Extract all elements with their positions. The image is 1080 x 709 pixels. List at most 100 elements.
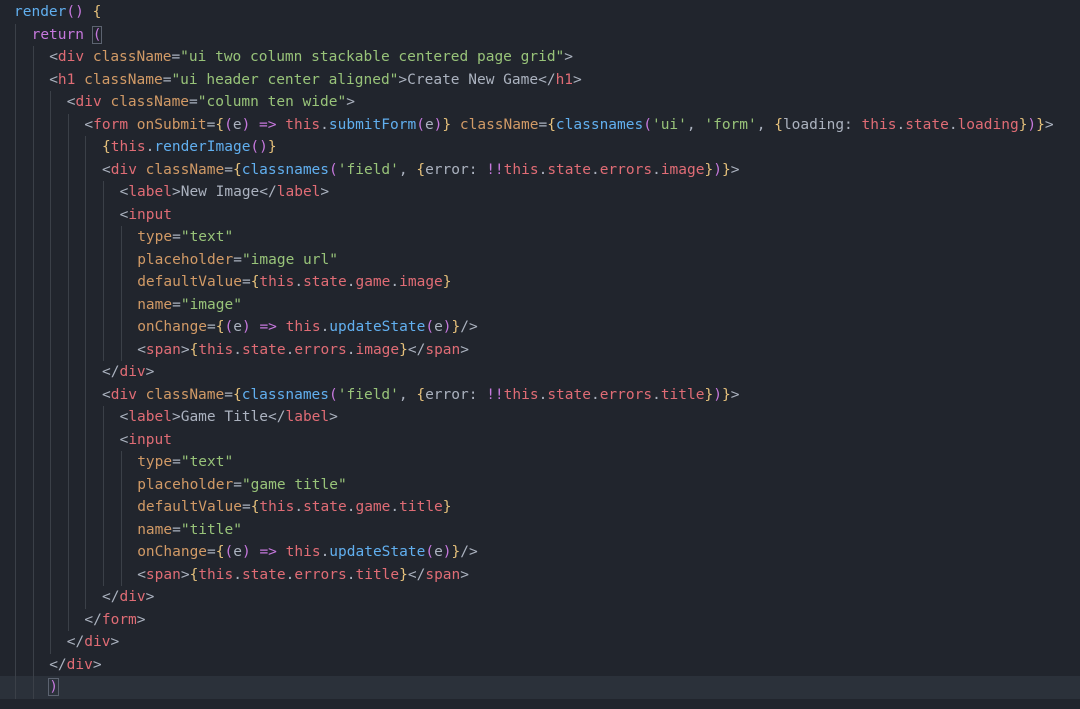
code-line-content: type="text" [14,454,233,470]
code-line[interactable]: onChange={(e) => this.updateState(e)}/> [0,541,1080,564]
code-token: = [171,49,181,65]
code-token: } [399,566,408,583]
code-token: "text" [180,454,234,470]
code-token: defaultValue [137,499,242,515]
indent-guide [85,563,87,586]
code-line-content: <label>New Image</label> [14,184,330,200]
code-token: className [459,116,539,133]
code-line-content: defaultValue={this.state.game.image} [14,274,451,290]
code-token: </ [407,566,426,583]
indent-guide [67,136,69,159]
indent-guide [67,226,69,249]
code-line-content: </div> [14,634,119,650]
code-editor[interactable]: render() { return (<div className="ui two… [0,0,1080,709]
indent-guide [120,473,122,496]
code-line[interactable]: return ( [0,23,1080,46]
code-line[interactable]: {this.renderImage()} [0,136,1080,159]
code-token: className [110,94,190,110]
indent-guide [15,496,16,519]
code-token: "text" [180,229,234,245]
indent-guide [15,136,16,159]
indent-guide [85,271,87,294]
indent-guide [32,563,34,586]
indent-guide [67,518,69,541]
code-token: label [276,184,321,200]
code-line[interactable]: </div> [0,586,1080,609]
code-line[interactable]: type="text" [0,451,1080,474]
code-token: !! [486,161,504,178]
code-line[interactable]: <input [0,203,1080,226]
code-token: title [355,566,400,583]
code-token: placeholder [137,476,234,493]
code-line[interactable]: <div className="ui two column stackable … [0,46,1080,69]
code-line-content: <div className="column ten wide"> [14,94,355,110]
code-token: . [590,386,600,403]
code-line[interactable]: </form> [0,608,1080,631]
code-line[interactable]: type="text" [0,226,1080,249]
code-line[interactable]: <form onSubmit={(e) => this.submitForm(e… [0,113,1080,136]
indent-guide [50,541,52,564]
code-token: ( [329,386,338,403]
code-token: span [145,566,181,583]
code-line[interactable]: defaultValue={this.state.game.image} [0,271,1080,294]
code-token: "game title" [241,476,347,493]
indent-guide [103,451,104,474]
indent-guide [85,428,87,451]
code-line[interactable]: placeholder="image url" [0,248,1080,271]
code-line[interactable]: <label>Game Title</label> [0,406,1080,429]
code-token: this [259,499,295,515]
code-token: errors [294,566,347,583]
indent-guide [67,293,69,316]
code-token: >Create New Game</ [398,71,556,88]
indent-guide [120,293,122,316]
indent-guide [32,293,34,316]
code-line[interactable]: render() { [0,1,1080,24]
code-line[interactable]: placeholder="game title" [0,473,1080,496]
code-token: < [137,566,146,583]
code-line[interactable]: ) [0,676,1080,699]
code-token: < [66,94,76,110]
code-token: "column ten wide" [197,94,347,110]
code-token: this [110,139,146,155]
code-token: . [233,566,242,583]
code-line[interactable]: </div> [0,631,1080,654]
indent-guide [15,113,16,136]
indent-guide [103,248,104,271]
indent-guide [32,113,34,136]
indent-guide [50,338,52,361]
code-line[interactable]: <span>{this.state.errors.image}</span> [0,338,1080,361]
code-token: h1 [555,71,574,88]
code-token: > [145,364,155,380]
code-line[interactable]: </div> [0,361,1080,384]
code-token: </ [66,634,85,650]
code-line[interactable]: onChange={(e) => this.updateState(e)}/> [0,316,1080,339]
indent-guide [15,68,16,91]
code-line[interactable]: <div className={classnames('field', {err… [0,158,1080,181]
code-token: e [233,544,242,560]
code-token: input [128,431,172,448]
code-line[interactable]: </div> [0,653,1080,676]
indent-guide [15,293,16,316]
indent-guide [120,451,122,474]
code-line-content: render() { [14,4,101,20]
code-token: () [66,4,84,20]
code-line[interactable]: name="title" [0,518,1080,541]
indent-guide [50,158,52,181]
code-line[interactable]: <div className={classnames('field', {err… [0,383,1080,406]
indent-guide [103,428,104,451]
code-line[interactable]: <h1 className="ui header center aligned"… [0,68,1080,91]
code-line[interactable]: <label>New Image</label> [0,181,1080,204]
indent-guide [15,271,16,294]
code-line[interactable]: name="image" [0,293,1080,316]
indent-guide [15,181,16,204]
indent-guide [50,181,52,204]
code-line[interactable]: <div className="column ten wide"> [0,91,1080,114]
code-line[interactable]: <span>{this.state.errors.title}</span> [0,563,1080,586]
code-line[interactable]: defaultValue={this.state.game.title} [0,496,1080,519]
code-token: { [232,386,242,403]
indent-guide [67,181,69,204]
code-token: > [180,341,190,358]
code-line[interactable]: <input [0,428,1080,451]
code-token: onChange [137,319,208,335]
code-token: div [75,94,102,110]
